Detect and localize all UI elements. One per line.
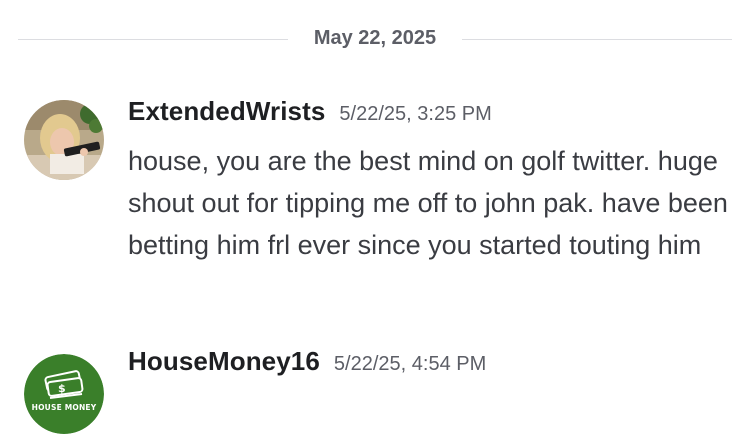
user-photo-avatar-icon [24, 100, 104, 180]
user-avatar[interactable]: $ HOUSE MONEY [24, 354, 104, 434]
username[interactable]: ExtendedWrists [128, 96, 325, 126]
user-avatar[interactable] [24, 100, 104, 180]
message-item: $ HOUSE MONEY HouseMoney16 5/22/25, 4:54 … [0, 346, 750, 434]
message-content: house, you are the best mind on golf twi… [128, 146, 728, 260]
divider-line-left [18, 39, 288, 40]
message-header: HouseMoney16 5/22/25, 4:54 PM [128, 346, 486, 377]
message-header: ExtendedWrists 5/22/25, 3:25 PM [128, 96, 492, 127]
timestamp: 5/22/25, 4:54 PM [333, 353, 487, 375]
house-money-logo-icon: $ [24, 354, 104, 434]
timestamp: 5/22/25, 3:25 PM [339, 103, 492, 125]
divider-line-right [462, 39, 732, 40]
date-divider: May 22, 2025 [18, 22, 732, 56]
date-divider-label: May 22, 2025 [313, 27, 437, 49]
avatar-logo-text: HOUSE MONEY [31, 403, 97, 412]
message-item: ExtendedWrists 5/22/25, 3:25 PM house, yo… [0, 96, 750, 306]
svg-text:$: $ [58, 382, 66, 395]
username[interactable]: HouseMoney16 [128, 346, 320, 376]
